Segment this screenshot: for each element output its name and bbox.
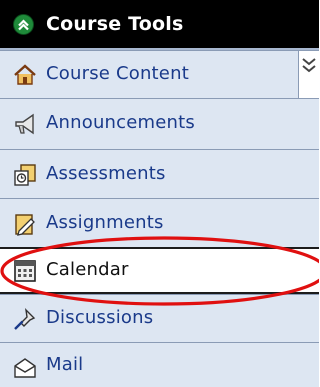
menu-item-announcements[interactable]: Announcements — [0, 98, 319, 149]
pushpin-icon — [13, 307, 37, 331]
course-tools-title: Course Tools — [46, 13, 184, 35]
collapse-button[interactable] — [298, 51, 319, 98]
megaphone-icon — [13, 112, 37, 136]
collapse-circle-icon[interactable] — [13, 14, 34, 35]
assignment-pencil-icon — [13, 212, 37, 236]
menu-item-calendar[interactable]: Calendar — [0, 247, 319, 294]
menu-item-assessments[interactable]: Assessments — [0, 149, 319, 198]
menu-item-label: Mail — [46, 354, 84, 375]
assessment-clipboard-icon — [13, 163, 37, 187]
double-chevron-down-icon — [302, 58, 316, 73]
menu-item-label: Calendar — [46, 259, 129, 280]
calendar-icon — [13, 259, 37, 283]
home-icon — [13, 63, 37, 87]
menu-item-discussions[interactable]: Discussions — [0, 294, 319, 342]
menu-item-label: Assignments — [46, 212, 164, 233]
menu-item-mail[interactable]: Mail — [0, 342, 319, 387]
menu-item-course-content[interactable]: Course Content — [0, 50, 319, 98]
course-tools-header[interactable]: Course Tools — [0, 0, 319, 48]
menu-item-label: Course Content — [46, 63, 189, 84]
menu-item-label: Assessments — [46, 163, 166, 184]
menu-item-label: Discussions — [46, 307, 154, 328]
course-tools-panel: Course Tools Course Content Announcement… — [0, 0, 319, 387]
menu-item-label: Announcements — [46, 112, 195, 133]
envelope-icon — [13, 356, 37, 380]
menu-item-assignments[interactable]: Assignments — [0, 198, 319, 247]
